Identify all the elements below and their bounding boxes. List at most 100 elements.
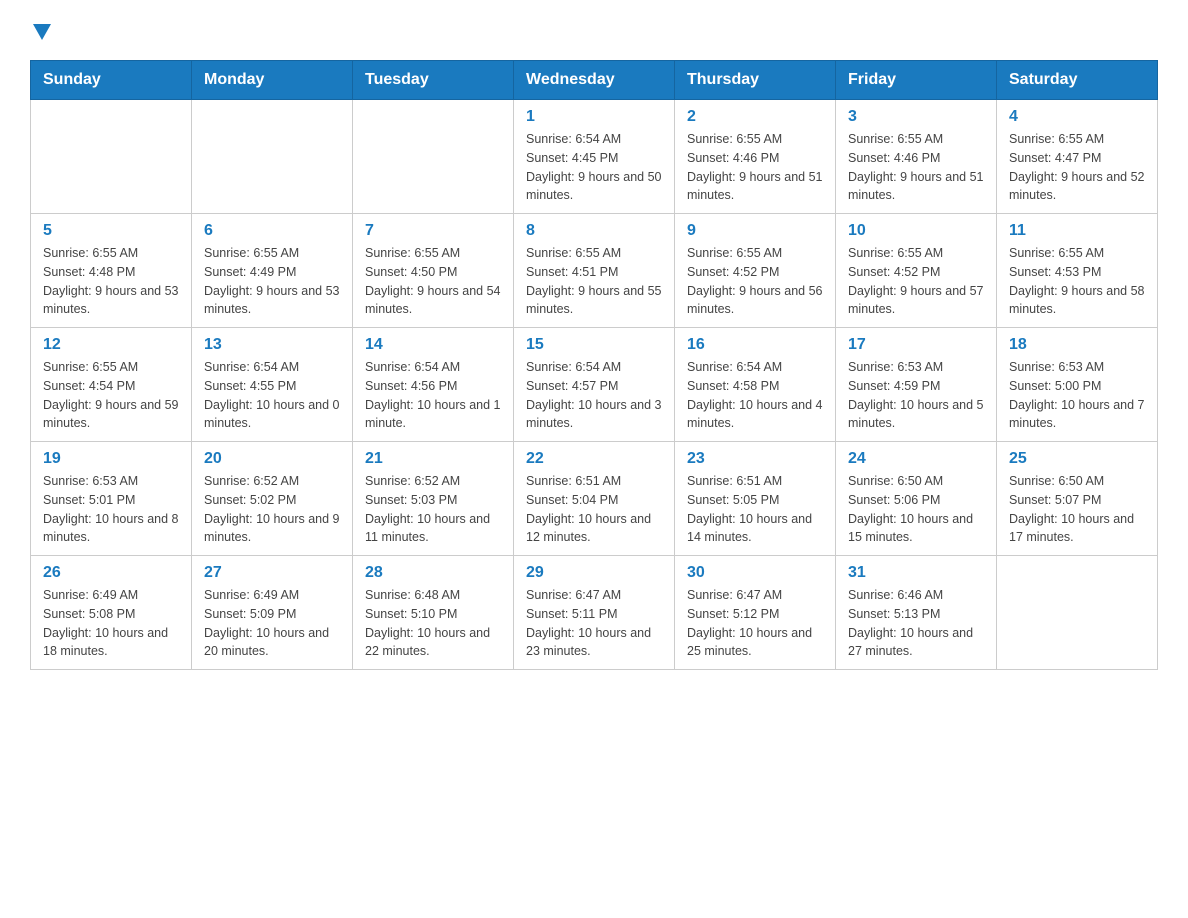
calendar-cell bbox=[192, 100, 353, 214]
day-number: 20 bbox=[204, 450, 340, 468]
day-number: 31 bbox=[848, 564, 984, 582]
day-info: Sunrise: 6:54 AMSunset: 4:58 PMDaylight:… bbox=[687, 358, 823, 433]
calendar-cell bbox=[997, 556, 1158, 670]
calendar-cell: 22 Sunrise: 6:51 AMSunset: 5:04 PMDayligh… bbox=[514, 442, 675, 556]
day-number: 22 bbox=[526, 450, 662, 468]
calendar-cell: 17Sunrise: 6:53 AMSunset: 4:59 PMDayligh… bbox=[836, 328, 997, 442]
day-info: Sunrise: 6:48 AMSunset: 5:10 PMDaylight:… bbox=[365, 586, 501, 661]
weekday-header-sunday: Sunday bbox=[31, 61, 192, 100]
day-number: 15 bbox=[526, 336, 662, 354]
logo-triangle-icon bbox=[33, 24, 51, 40]
calendar-cell: 15 Sunrise: 6:54 AMSunset: 4:57 PMDayligh… bbox=[514, 328, 675, 442]
day-number: 10 bbox=[848, 222, 984, 240]
calendar-cell: 20 Sunrise: 6:52 AMSunset: 5:02 PMDayligh… bbox=[192, 442, 353, 556]
day-info: Sunrise: 6:55 AMSunset: 4:47 PMDaylight:… bbox=[1009, 130, 1145, 205]
calendar-cell: 27 Sunrise: 6:49 AMSunset: 5:09 PMDayligh… bbox=[192, 556, 353, 670]
day-info: Sunrise: 6:54 AMSunset: 4:45 PMDaylight:… bbox=[526, 130, 662, 205]
day-number: 29 bbox=[526, 564, 662, 582]
day-info: Sunrise: 6:54 AMSunset: 4:56 PMDaylight:… bbox=[365, 358, 501, 433]
calendar-cell: 8 Sunrise: 6:55 AMSunset: 4:51 PMDaylight… bbox=[514, 214, 675, 328]
day-info: Sunrise: 6:53 AMSunset: 5:01 PMDaylight:… bbox=[43, 472, 179, 547]
calendar-cell: 5 Sunrise: 6:55 AMSunset: 4:48 PMDaylight… bbox=[31, 214, 192, 328]
calendar-week-row: 12Sunrise: 6:55 AMSunset: 4:54 PMDayligh… bbox=[31, 328, 1158, 442]
calendar-cell bbox=[31, 100, 192, 214]
day-info: Sunrise: 6:52 AMSunset: 5:03 PMDaylight:… bbox=[365, 472, 501, 547]
day-info: Sunrise: 6:49 AMSunset: 5:08 PMDaylight:… bbox=[43, 586, 179, 661]
day-number: 4 bbox=[1009, 108, 1145, 126]
day-info: Sunrise: 6:55 AMSunset: 4:51 PMDaylight:… bbox=[526, 244, 662, 319]
weekday-header-monday: Monday bbox=[192, 61, 353, 100]
day-number: 13 bbox=[204, 336, 340, 354]
calendar-cell: 26 Sunrise: 6:49 AMSunset: 5:08 PMDayligh… bbox=[31, 556, 192, 670]
day-info: Sunrise: 6:50 AMSunset: 5:07 PMDaylight:… bbox=[1009, 472, 1145, 547]
day-info: Sunrise: 6:47 AMSunset: 5:12 PMDaylight:… bbox=[687, 586, 823, 661]
calendar-cell: 13 Sunrise: 6:54 AMSunset: 4:55 PMDayligh… bbox=[192, 328, 353, 442]
calendar-week-row: 26 Sunrise: 6:49 AMSunset: 5:08 PMDayligh… bbox=[31, 556, 1158, 670]
day-info: Sunrise: 6:54 AMSunset: 4:57 PMDaylight:… bbox=[526, 358, 662, 433]
calendar-cell: 31 Sunrise: 6:46 AMSunset: 5:13 PMDayligh… bbox=[836, 556, 997, 670]
calendar-cell: 18Sunrise: 6:53 AMSunset: 5:00 PMDayligh… bbox=[997, 328, 1158, 442]
day-number: 3 bbox=[848, 108, 984, 126]
day-number: 5 bbox=[43, 222, 179, 240]
calendar-cell: 12Sunrise: 6:55 AMSunset: 4:54 PMDayligh… bbox=[31, 328, 192, 442]
day-number: 9 bbox=[687, 222, 823, 240]
day-number: 6 bbox=[204, 222, 340, 240]
day-info: Sunrise: 6:55 AMSunset: 4:50 PMDaylight:… bbox=[365, 244, 501, 319]
calendar-cell: 16 Sunrise: 6:54 AMSunset: 4:58 PMDayligh… bbox=[675, 328, 836, 442]
calendar-cell: 2Sunrise: 6:55 AMSunset: 4:46 PMDaylight… bbox=[675, 100, 836, 214]
day-number: 19 bbox=[43, 450, 179, 468]
calendar-table: SundayMondayTuesdayWednesdayThursdayFrid… bbox=[30, 60, 1158, 670]
weekday-header-saturday: Saturday bbox=[997, 61, 1158, 100]
calendar-cell: 4 Sunrise: 6:55 AMSunset: 4:47 PMDaylight… bbox=[997, 100, 1158, 214]
weekday-header-wednesday: Wednesday bbox=[514, 61, 675, 100]
page-header bbox=[30, 20, 1158, 40]
day-number: 11 bbox=[1009, 222, 1145, 240]
calendar-cell bbox=[353, 100, 514, 214]
calendar-cell: 25Sunrise: 6:50 AMSunset: 5:07 PMDayligh… bbox=[997, 442, 1158, 556]
day-number: 8 bbox=[526, 222, 662, 240]
day-number: 30 bbox=[687, 564, 823, 582]
calendar-cell: 11 Sunrise: 6:55 AMSunset: 4:53 PMDayligh… bbox=[997, 214, 1158, 328]
calendar-week-row: 19 Sunrise: 6:53 AMSunset: 5:01 PMDayligh… bbox=[31, 442, 1158, 556]
day-info: Sunrise: 6:55 AMSunset: 4:46 PMDaylight:… bbox=[848, 130, 984, 205]
day-info: Sunrise: 6:55 AMSunset: 4:54 PMDaylight:… bbox=[43, 358, 179, 433]
calendar-week-row: 1 Sunrise: 6:54 AMSunset: 4:45 PMDaylight… bbox=[31, 100, 1158, 214]
calendar-cell: 24Sunrise: 6:50 AMSunset: 5:06 PMDayligh… bbox=[836, 442, 997, 556]
day-number: 16 bbox=[687, 336, 823, 354]
day-number: 23 bbox=[687, 450, 823, 468]
calendar-cell: 28 Sunrise: 6:48 AMSunset: 5:10 PMDayligh… bbox=[353, 556, 514, 670]
calendar-cell: 6 Sunrise: 6:55 AMSunset: 4:49 PMDaylight… bbox=[192, 214, 353, 328]
day-info: Sunrise: 6:47 AMSunset: 5:11 PMDaylight:… bbox=[526, 586, 662, 661]
day-info: Sunrise: 6:55 AMSunset: 4:48 PMDaylight:… bbox=[43, 244, 179, 319]
day-info: Sunrise: 6:54 AMSunset: 4:55 PMDaylight:… bbox=[204, 358, 340, 433]
calendar-cell: 7 Sunrise: 6:55 AMSunset: 4:50 PMDaylight… bbox=[353, 214, 514, 328]
day-number: 28 bbox=[365, 564, 501, 582]
calendar-cell: 3 Sunrise: 6:55 AMSunset: 4:46 PMDaylight… bbox=[836, 100, 997, 214]
weekday-header-friday: Friday bbox=[836, 61, 997, 100]
day-info: Sunrise: 6:55 AMSunset: 4:53 PMDaylight:… bbox=[1009, 244, 1145, 319]
day-number: 27 bbox=[204, 564, 340, 582]
calendar-cell: 21 Sunrise: 6:52 AMSunset: 5:03 PMDayligh… bbox=[353, 442, 514, 556]
calendar-cell: 10Sunrise: 6:55 AMSunset: 4:52 PMDayligh… bbox=[836, 214, 997, 328]
calendar-cell: 19 Sunrise: 6:53 AMSunset: 5:01 PMDayligh… bbox=[31, 442, 192, 556]
calendar-week-row: 5 Sunrise: 6:55 AMSunset: 4:48 PMDaylight… bbox=[31, 214, 1158, 328]
calendar-cell: 1 Sunrise: 6:54 AMSunset: 4:45 PMDaylight… bbox=[514, 100, 675, 214]
day-info: Sunrise: 6:52 AMSunset: 5:02 PMDaylight:… bbox=[204, 472, 340, 547]
day-number: 1 bbox=[526, 108, 662, 126]
calendar-cell: 29 Sunrise: 6:47 AMSunset: 5:11 PMDayligh… bbox=[514, 556, 675, 670]
day-number: 26 bbox=[43, 564, 179, 582]
day-info: Sunrise: 6:50 AMSunset: 5:06 PMDaylight:… bbox=[848, 472, 984, 547]
day-info: Sunrise: 6:55 AMSunset: 4:49 PMDaylight:… bbox=[204, 244, 340, 319]
day-info: Sunrise: 6:46 AMSunset: 5:13 PMDaylight:… bbox=[848, 586, 984, 661]
day-number: 7 bbox=[365, 222, 501, 240]
calendar-header-row: SundayMondayTuesdayWednesdayThursdayFrid… bbox=[31, 61, 1158, 100]
calendar-cell: 23Sunrise: 6:51 AMSunset: 5:05 PMDayligh… bbox=[675, 442, 836, 556]
day-number: 18 bbox=[1009, 336, 1145, 354]
calendar-cell: 30 Sunrise: 6:47 AMSunset: 5:12 PMDayligh… bbox=[675, 556, 836, 670]
day-number: 2 bbox=[687, 108, 823, 126]
day-number: 21 bbox=[365, 450, 501, 468]
day-info: Sunrise: 6:49 AMSunset: 5:09 PMDaylight:… bbox=[204, 586, 340, 661]
day-info: Sunrise: 6:53 AMSunset: 4:59 PMDaylight:… bbox=[848, 358, 984, 433]
day-info: Sunrise: 6:51 AMSunset: 5:04 PMDaylight:… bbox=[526, 472, 662, 547]
day-info: Sunrise: 6:55 AMSunset: 4:52 PMDaylight:… bbox=[687, 244, 823, 319]
